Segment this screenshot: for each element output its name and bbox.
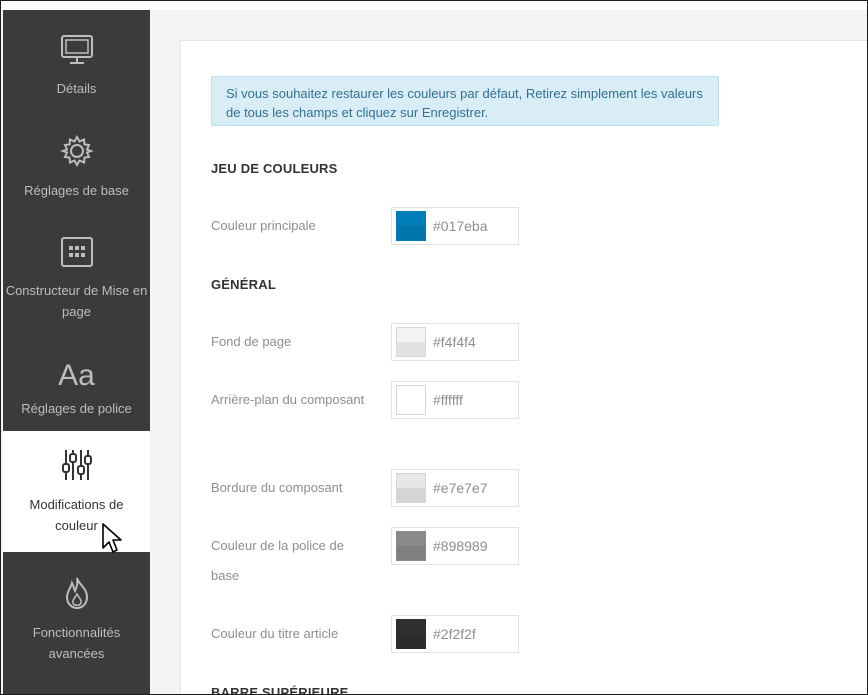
sidebar-item-label: Réglages de base [24,183,129,198]
sidebar-item-layout-builder[interactable]: Constructeur de Mise en page [3,236,150,326]
field-label-article-title-color: Couleur du titre article [211,626,339,641]
section-general: GÉNÉRAL [211,277,276,292]
section-color-scheme: JEU DE COULEURS [211,161,338,176]
layout-grid-icon [60,236,94,274]
color-picker-component-border[interactable] [391,469,519,507]
color-value-input[interactable] [433,470,513,506]
color-picker-article-title[interactable] [391,615,519,653]
color-value-input[interactable] [433,528,513,564]
flame-icon [62,576,92,616]
sidebar-item-font-settings[interactable]: Aa Réglages de police [3,360,150,430]
color-swatch[interactable] [396,531,426,561]
field-label-component-background: Arrière-plan du composant [211,392,365,407]
color-swatch[interactable] [396,619,426,649]
app-window: Détails Réglages de base Constructeur de… [0,0,868,695]
mouse-cursor-icon [102,523,122,553]
sidebar: Détails Réglages de base Constructeur de… [3,10,150,694]
color-picker-component-background[interactable] [391,381,519,419]
color-swatch[interactable] [396,473,426,503]
color-picker-base-font[interactable] [391,527,519,565]
sidebar-item-label: Détails [56,81,97,96]
sidebar-item-color-changes[interactable]: Modifications de couleur [3,431,150,552]
sidebar-item-details[interactable]: Détails [3,34,150,104]
top-strip [1,1,867,10]
monitor-icon [60,34,94,72]
field-label-primary-color: Couleur principale [211,218,316,233]
field-label-base-font-color: Couleur de la police de base [211,538,344,583]
sliders-icon [60,448,94,488]
color-picker-page-background[interactable] [391,323,519,361]
font-icon: Aa [58,359,95,392]
sidebar-item-advanced-features[interactable]: Fonctionnalités avancées [3,576,150,666]
sidebar-item-label: Fonctionnalités avancées [32,625,121,661]
field-label-component-border: Bordure du composant [211,480,343,495]
color-settings-panel: Si vous souhaitez restaurer les couleurs… [180,40,867,695]
color-value-input[interactable] [433,616,513,652]
gear-icon [59,134,94,174]
color-swatch[interactable] [396,211,426,241]
color-picker-primary[interactable] [391,207,519,245]
color-value-input[interactable] [433,382,513,418]
field-label-page-background: Fond de page [211,334,292,349]
info-notice: Si vous souhaitez restaurer les couleurs… [211,76,719,126]
color-value-input[interactable] [433,324,513,360]
color-swatch[interactable] [396,385,426,415]
color-swatch[interactable] [396,327,426,357]
sidebar-item-base-settings[interactable]: Réglages de base [3,134,150,204]
color-value-input[interactable] [433,208,513,244]
sidebar-item-label: Réglages de police [21,401,132,416]
sidebar-item-label: Constructeur de Mise en page [5,283,148,319]
section-top-bar: BARRE SUPÉRIEURE [211,685,349,695]
